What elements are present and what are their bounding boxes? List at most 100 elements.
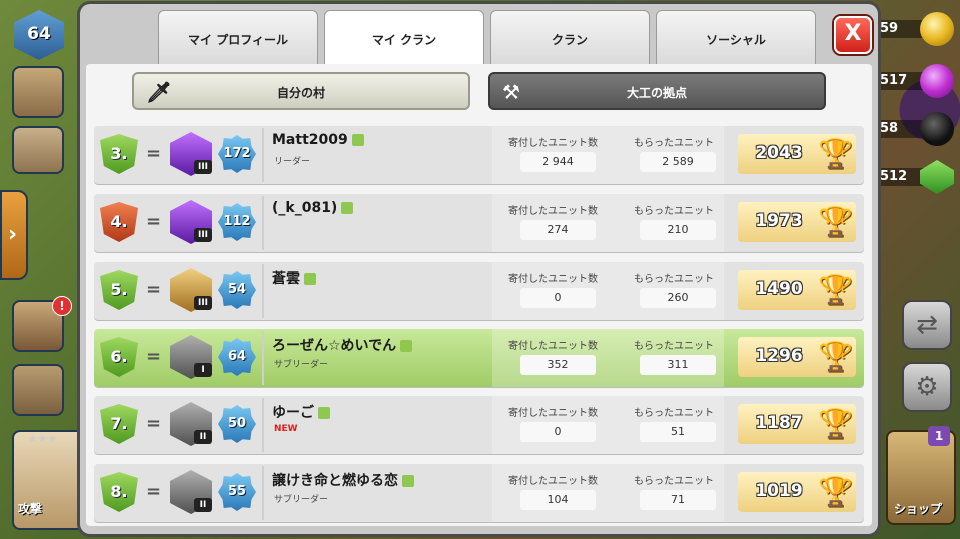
player-name: (_k_081)	[272, 200, 354, 216]
chevron-right-icon: ›	[8, 222, 18, 247]
clan-panel: マイ プロフィール マイ クラン クラン ソーシャル X 🗡 自分の村 ⚒ 大工…	[80, 4, 878, 534]
tab-clans[interactable]: クラン	[490, 10, 650, 68]
league-tier: I	[194, 363, 212, 377]
rank-change: =	[146, 279, 162, 300]
shop-label: ショップ	[893, 502, 942, 516]
note-icon	[341, 202, 354, 214]
donated-value: 2 944	[520, 152, 596, 172]
trophy-count-box: 2043 🏆	[738, 134, 856, 174]
received-label: もらったユニット	[634, 341, 714, 352]
shop-badge: 1	[928, 426, 950, 446]
member-row[interactable]: 7. = II 50 ゆーご NEW 寄付したユニット数 もらったユニット 0 51 1187 🏆	[94, 396, 864, 454]
trophy-count: 1187	[755, 413, 803, 433]
gold-icon	[920, 12, 954, 46]
donated-value: 352	[520, 355, 596, 375]
gem-resource: 512	[878, 160, 960, 194]
dark-elixir-icon	[920, 112, 954, 146]
gold-resource: 59	[878, 12, 960, 46]
rank-change: =	[146, 143, 162, 164]
trophy-count: 1019	[755, 481, 803, 501]
trophy-icon: 🏆	[818, 205, 853, 238]
donated-label: 寄付したユニット数	[508, 341, 598, 352]
rank-number: 3.	[110, 144, 128, 163]
received-label: もらったユニット	[634, 408, 714, 419]
donated-label: 寄付したユニット数	[508, 476, 598, 487]
xp-level: 54	[227, 282, 247, 297]
tab-my-profile[interactable]: マイ プロフィール	[158, 10, 318, 68]
expand-chat-button[interactable]: ›	[0, 190, 28, 280]
member-row[interactable]: 8. = II 55 譲けき命と燃ゆる恋 サブリーダー 寄付したユニット数 もらったユニット 1…	[94, 464, 864, 522]
divider	[262, 466, 264, 520]
trophy-count-box: 1187 🏆	[738, 404, 856, 444]
right-hud: 59 517 58 512 ⇄ ⚙ 1 ショップ	[878, 0, 960, 539]
rank-number: 5.	[110, 280, 128, 299]
donated-label: 寄付したユニット数	[508, 138, 598, 149]
trophy-count: 1296	[755, 346, 803, 366]
league-tier: II	[194, 430, 212, 444]
subtab-home-village[interactable]: 🗡 自分の村	[132, 72, 470, 110]
player-name: ゆーご	[272, 402, 330, 422]
hammer-icon: ⚒	[502, 80, 520, 104]
builder-button[interactable]	[12, 364, 64, 416]
xp-level: 112	[223, 214, 251, 229]
left-hud: 64 › ! ★★★ 攻撃	[0, 0, 85, 539]
stars-icon: ★★★	[28, 434, 58, 445]
league-tier: III	[194, 160, 212, 174]
edit-layout-button[interactable]: ⇄	[902, 300, 952, 350]
league-trophy-button[interactable]	[12, 66, 64, 118]
xp-level: 64	[227, 349, 247, 364]
trophy-count-box: 1973 🏆	[738, 202, 856, 242]
tab-bar: マイ プロフィール マイ クラン クラン ソーシャル	[158, 10, 816, 72]
player-role: サブリーダー	[274, 495, 329, 505]
tab-social[interactable]: ソーシャル	[656, 10, 816, 68]
member-row[interactable]: 5. = III 54 蒼雲 寄付したユニット数 もらったユニット 0 260 1490 🏆	[94, 262, 864, 320]
note-icon	[304, 273, 316, 285]
elixir-icon	[920, 64, 954, 98]
received-value: 51	[640, 422, 716, 442]
subtab-builder-base[interactable]: ⚒ 大工の拠点	[488, 72, 826, 110]
sword-icon: 🗡	[146, 80, 172, 104]
received-value: 311	[640, 355, 716, 375]
trophy-count-box: 1019 🏆	[738, 472, 856, 512]
donated-label: 寄付したユニット数	[508, 206, 598, 217]
rank-change: =	[146, 211, 162, 232]
dark-elixir-resource: 58	[878, 112, 960, 146]
tab-my-clan[interactable]: マイ クラン	[324, 10, 484, 72]
gem-icon	[920, 160, 954, 194]
donated-label: 寄付したユニット数	[508, 274, 598, 285]
received-value: 210	[640, 220, 716, 240]
mail-button[interactable]	[12, 126, 64, 174]
received-label: もらったユニット	[634, 206, 714, 217]
xp-level: 55	[227, 484, 247, 499]
note-icon	[318, 407, 330, 419]
player-role: NEW	[274, 424, 298, 434]
member-row[interactable]: 4. = III 112 (_k_081) 寄付したユニット数 もらったユニット 274 210…	[94, 194, 864, 252]
rank-change: =	[146, 481, 162, 502]
received-value: 260	[640, 288, 716, 308]
donated-value: 0	[520, 288, 596, 308]
rank-number: 8.	[110, 482, 128, 501]
received-label: もらったユニット	[634, 274, 714, 285]
member-row[interactable]: 6. = I 64 ろーぜん☆めいでん サブリーダー 寄付したユニット数 もらったユニット 35…	[94, 329, 864, 387]
trophy-icon: 🏆	[818, 407, 853, 440]
player-level-text: 64	[27, 24, 51, 44]
trophy-icon: 🏆	[818, 340, 853, 373]
rank-number: 7.	[110, 414, 128, 433]
trophy-icon: 🏆	[818, 273, 853, 306]
received-label: もらったユニット	[634, 138, 714, 149]
player-name: ろーぜん☆めいでん	[272, 335, 413, 355]
xp-level: 172	[223, 146, 251, 161]
settings-gear-icon[interactable]: ⚙	[902, 362, 952, 412]
member-list-content: 🗡 自分の村 ⚒ 大工の拠点 3. = III 172 Matt2009 リーダー 寄付した…	[86, 64, 872, 526]
rank-number: 6.	[110, 347, 128, 366]
attack-label: 攻撃	[18, 502, 43, 516]
xp-level: 50	[227, 416, 247, 431]
close-button[interactable]: X	[834, 16, 872, 54]
trophy-count-box: 1490 🏆	[738, 270, 856, 310]
received-label: もらったユニット	[634, 476, 714, 487]
league-tier: III	[194, 296, 212, 310]
player-name: 蒼雲	[272, 268, 316, 288]
note-icon	[351, 134, 364, 146]
member-row[interactable]: 3. = III 172 Matt2009 リーダー 寄付したユニット数 もらったユニット 2 …	[94, 126, 864, 184]
rank-number: 4.	[110, 212, 128, 231]
